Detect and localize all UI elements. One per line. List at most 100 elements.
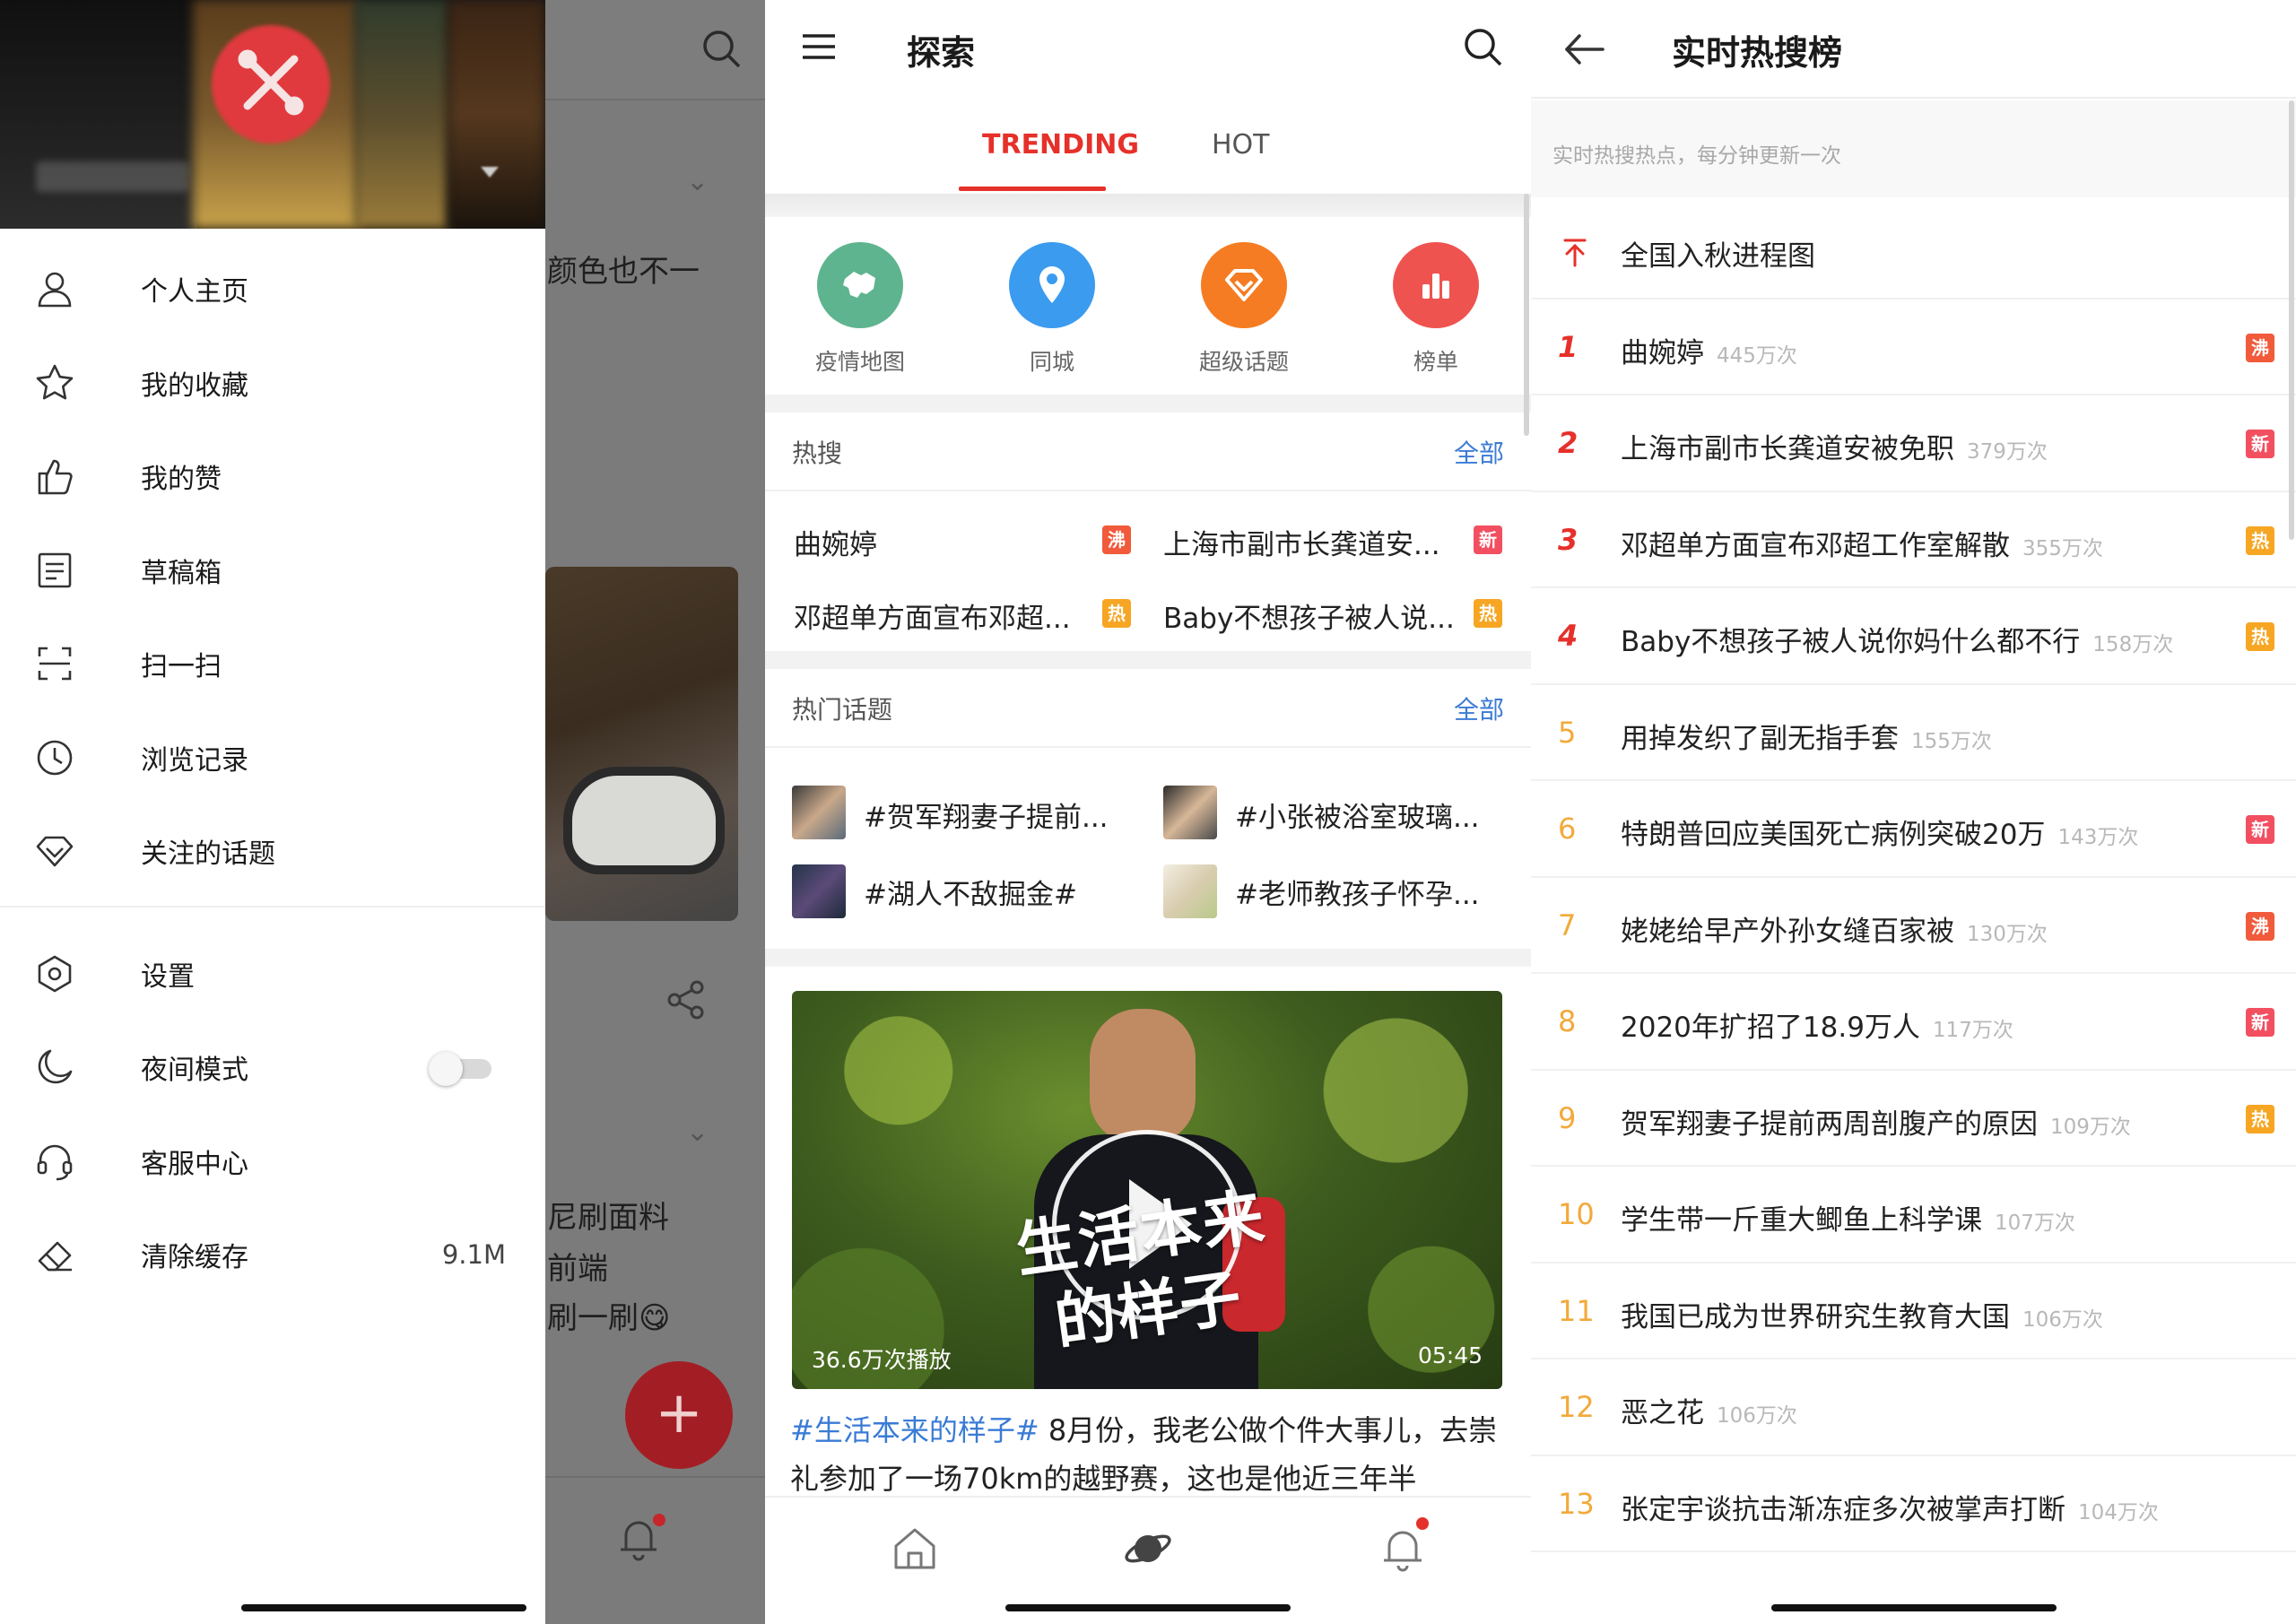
quick-link-epidemic-map[interactable]: 疫情地图 bbox=[797, 242, 923, 377]
topic-item[interactable]: #贺军翔妻子提前... bbox=[864, 795, 1109, 835]
planet-icon[interactable] bbox=[1124, 1524, 1172, 1573]
menu-item-favorites[interactable]: 我的收藏 bbox=[0, 336, 545, 430]
menu-item-label: 我的赞 bbox=[141, 464, 222, 496]
search-count: 355万次 bbox=[2022, 536, 2103, 560]
tag-boil-badge: 沸 bbox=[2246, 333, 2274, 362]
bottom-nav-bar bbox=[765, 1496, 1531, 1594]
explore-screen: 探索 TRENDING HOT 疫情地图 同城 超级话题 榜单 热搜 全部 曲婉… bbox=[765, 0, 1531, 1624]
rank-title: 张定宇谈抗击渐冻症多次被掌声打断 104万次 bbox=[1621, 1487, 2159, 1527]
tab-hot[interactable]: HOT bbox=[1212, 129, 1270, 161]
hot-list-screen: 实时热搜榜 实时热搜热点，每分钟更新一次 全国入秋进程图 1 曲婉婷 445万次 … bbox=[1531, 0, 2296, 1624]
quick-link-super-topics[interactable]: 超级话题 bbox=[1181, 242, 1307, 377]
hot-search-item[interactable]: 上海市副市长龚道安... bbox=[1163, 522, 1440, 562]
bell-icon[interactable] bbox=[1378, 1524, 1427, 1573]
rank-number: 13 bbox=[1558, 1486, 1595, 1521]
home-indicator[interactable] bbox=[1005, 1604, 1291, 1611]
scan-icon bbox=[34, 643, 75, 684]
pinned-row[interactable]: 全国入秋进程图 bbox=[1531, 203, 2296, 300]
rank-title-text: 上海市副市长龚道安被免职 bbox=[1621, 433, 1954, 465]
hot-search-item[interactable]: Baby不想孩子被人说... bbox=[1163, 595, 1455, 636]
topic-thumbnail bbox=[792, 864, 846, 918]
rank-row[interactable]: 2 上海市副市长龚道安被免职 379万次 新 bbox=[1531, 395, 2296, 492]
hexagon-gear-icon bbox=[34, 953, 75, 994]
rank-title-text: 邓超单方面宣布邓超工作室解散 bbox=[1621, 529, 2010, 562]
menu-item-settings[interactable]: 设置 bbox=[0, 927, 545, 1021]
menu-item-clear-cache[interactable]: 清除缓存 9.1M bbox=[0, 1208, 545, 1302]
menu-item-scan[interactable]: 扫一扫 bbox=[0, 617, 545, 711]
menu-item-profile[interactable]: 个人主页 bbox=[0, 242, 545, 336]
search-count: 104万次 bbox=[2078, 1500, 2159, 1524]
section-separator bbox=[765, 194, 1531, 217]
section-heading: 热搜 bbox=[792, 439, 843, 468]
rank-title: 贺军翔妻子提前两周剖腹产的原因 109万次 bbox=[1621, 1101, 2131, 1142]
rank-title-text: 贺军翔妻子提前两周剖腹产的原因 bbox=[1621, 1107, 2038, 1141]
rank-row[interactable]: 12 恶之花 106万次 bbox=[1531, 1359, 2296, 1456]
hamburger-menu-icon[interactable] bbox=[799, 27, 839, 66]
rank-number: 11 bbox=[1558, 1293, 1595, 1328]
scrollbar-thumb[interactable] bbox=[2289, 100, 2294, 540]
quick-link-label: 超级话题 bbox=[1198, 349, 1289, 375]
topic-thumbnail bbox=[792, 786, 846, 839]
rank-row[interactable]: 5 用掉发织了副无指手套 155万次 bbox=[1531, 685, 2296, 781]
hot-search-item[interactable]: 邓超单方面宣布邓超... bbox=[794, 595, 1071, 636]
rank-row[interactable]: 4 Baby不想孩子被人说你妈什么都不行 158万次 热 bbox=[1531, 588, 2296, 685]
tag-hot-badge: 热 bbox=[1102, 599, 1131, 628]
view-all-link[interactable]: 全部 bbox=[1454, 434, 1504, 470]
menu-item-followed-topics[interactable]: 关注的话题 bbox=[0, 804, 545, 899]
rank-row[interactable]: 10 学生带一斤重大鲫鱼上科学课 107万次 bbox=[1531, 1167, 2296, 1264]
rank-number: 5 bbox=[1558, 715, 1577, 750]
back-arrow-icon[interactable] bbox=[1561, 27, 1606, 72]
map-icon bbox=[817, 242, 903, 328]
search-icon bbox=[703, 30, 741, 68]
rank-title: Baby不想孩子被人说你妈什么都不行 158万次 bbox=[1621, 619, 2173, 659]
topic-item[interactable]: #湖人不敌掘金# bbox=[864, 872, 1077, 912]
menu-item-drafts[interactable]: 草稿箱 bbox=[0, 524, 545, 618]
diamond-icon bbox=[1201, 242, 1287, 328]
home-indicator[interactable] bbox=[1771, 1604, 2057, 1611]
rank-row[interactable]: 9 贺军翔妻子提前两周剖腹产的原因 109万次 热 bbox=[1531, 1071, 2296, 1167]
notification-dot bbox=[1416, 1517, 1429, 1530]
rank-row[interactable]: 3 邓超单方面宣布邓超工作室解散 355万次 热 bbox=[1531, 492, 2296, 588]
menu-item-label: 个人主页 bbox=[141, 276, 248, 308]
post-text[interactable]: #生活本来的样子# 8月份，我老公做个件大事儿，去崇礼参加了一场70km的越野赛… bbox=[790, 1406, 1508, 1503]
drawer-profile-header[interactable] bbox=[0, 0, 545, 229]
caret-down-icon[interactable] bbox=[481, 167, 499, 185]
home-icon[interactable] bbox=[891, 1524, 939, 1573]
video-player[interactable]: 生活本来 的样子 36.6万次播放 05:45 bbox=[792, 991, 1502, 1389]
rank-row[interactable]: 8 2020年扩招了18.9万人 117万次 新 bbox=[1531, 974, 2296, 1071]
rank-row[interactable]: 11 我国已成为世界研究生教育大国 106万次 bbox=[1531, 1264, 2296, 1359]
hot-search-item[interactable]: 曲婉婷 bbox=[794, 522, 877, 562]
section-heading: 热门话题 bbox=[792, 695, 893, 725]
topic-item[interactable]: #小张被浴室玻璃... bbox=[1235, 795, 1480, 835]
night-mode-toggle[interactable] bbox=[429, 1052, 491, 1087]
star-icon bbox=[34, 362, 75, 404]
rank-row[interactable]: 6 特朗普回应美国死亡病例突破20万 143万次 新 bbox=[1531, 781, 2296, 878]
hot-topics-section: 热门话题 全部 #贺军翔妻子提前... #小张被浴室玻璃... #湖人不敌掘金#… bbox=[765, 669, 1531, 949]
menu-item-customer-service[interactable]: 客服中心 bbox=[0, 1115, 545, 1209]
quick-link-rankings[interactable]: 榜单 bbox=[1373, 242, 1499, 377]
rank-row[interactable]: 1 曲婉婷 445万次 沸 bbox=[1531, 300, 2296, 395]
bar-chart-icon bbox=[1393, 242, 1479, 328]
rank-row[interactable]: 7 姥姥给早产外孙女缝百家被 130万次 沸 bbox=[1531, 878, 2296, 974]
menu-item-likes[interactable]: 我的赞 bbox=[0, 430, 545, 524]
home-indicator[interactable] bbox=[241, 1604, 526, 1611]
scrollbar-thumb[interactable] bbox=[1524, 194, 1529, 436]
compose-fab-button[interactable]: + bbox=[625, 1361, 733, 1469]
search-icon[interactable] bbox=[1461, 25, 1504, 68]
menu-item-label: 草稿箱 bbox=[141, 557, 222, 589]
rank-number: 2 bbox=[1558, 426, 1578, 460]
post-hashtag-link[interactable]: #生活本来的样子# bbox=[790, 1413, 1039, 1447]
tag-hot-badge: 热 bbox=[1474, 599, 1502, 628]
menu-item-history[interactable]: 浏览记录 bbox=[0, 711, 545, 805]
divider bbox=[765, 490, 1531, 491]
menu-item-label: 关注的话题 bbox=[141, 838, 275, 871]
clock-icon bbox=[34, 737, 75, 778]
tab-trending[interactable]: TRENDING bbox=[982, 129, 1139, 161]
view-all-link[interactable]: 全部 bbox=[1454, 690, 1504, 726]
share-icon bbox=[667, 980, 704, 1020]
topic-item[interactable]: #老师教孩子怀孕... bbox=[1235, 872, 1480, 912]
rank-row[interactable]: 13 张定宇谈抗击渐冻症多次被掌声打断 104万次 bbox=[1531, 1456, 2296, 1552]
rank-title: 用掉发织了副无指手套 155万次 bbox=[1621, 716, 1992, 756]
tag-new-badge: 新 bbox=[1474, 525, 1502, 554]
quick-link-same-city[interactable]: 同城 bbox=[989, 242, 1115, 377]
